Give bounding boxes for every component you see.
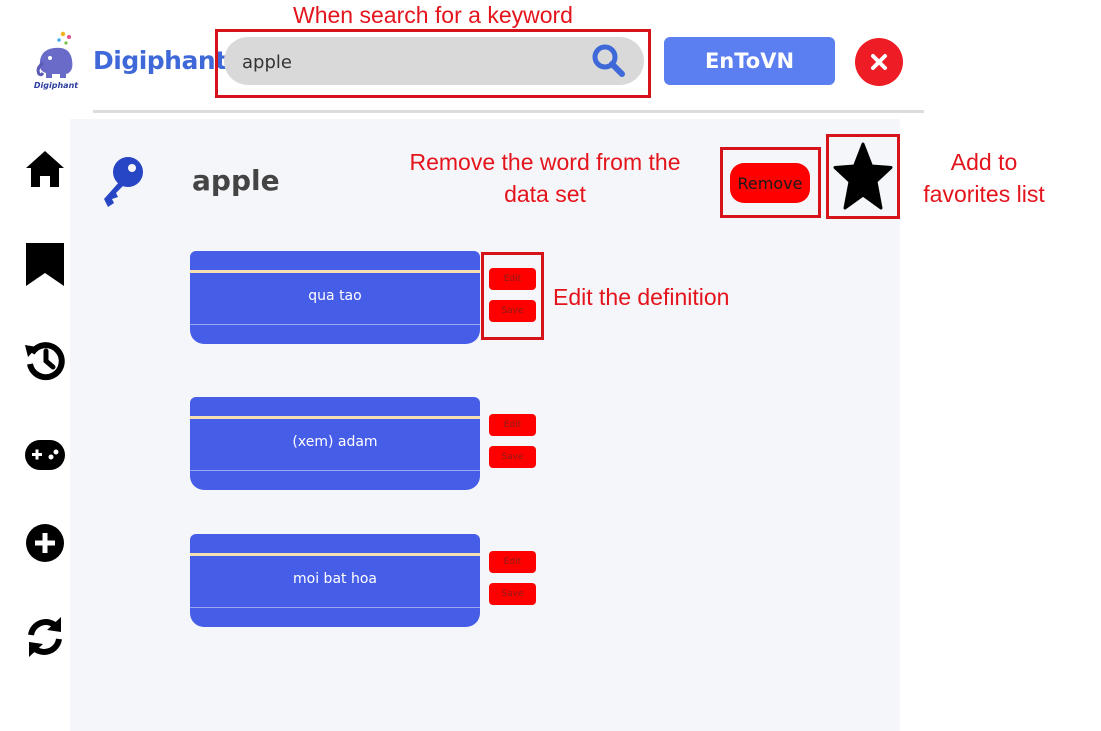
card-bottom-line: [190, 607, 480, 608]
card-top-line: [190, 416, 480, 419]
definition-text: qua tao: [308, 288, 362, 304]
search-annotation-text: When search for a keyword: [293, 2, 573, 28]
digiphant-logo: Digiphant: [30, 28, 82, 90]
close-icon[interactable]: [855, 38, 903, 86]
language-toggle-button[interactable]: EnToVN: [664, 37, 835, 85]
edit-button-2[interactable]: Edit: [489, 414, 536, 436]
remove-annotation-box: [720, 147, 821, 218]
definition-card-3[interactable]: moi bat hoa: [190, 534, 480, 627]
logo-caption: Digiphant: [34, 81, 79, 90]
favorite-annotation-line2: favorites list: [923, 181, 1045, 207]
home-icon[interactable]: [24, 148, 66, 190]
favorite-annotation-box: [826, 134, 900, 219]
card-bottom-line: [190, 324, 480, 325]
save-button-3[interactable]: Save: [489, 583, 536, 605]
definition-card-1[interactable]: qua tao: [190, 251, 480, 344]
card-top-line: [190, 270, 480, 273]
save-button-2[interactable]: Save: [489, 446, 536, 468]
card-top-line: [190, 553, 480, 556]
edit-annotation-text: Edit the definition: [553, 284, 730, 310]
search-annotation-box: [215, 29, 651, 98]
game-icon[interactable]: [24, 434, 66, 476]
remove-annotation-line2: data set: [504, 181, 586, 207]
brand-name: Digiphant: [93, 46, 227, 75]
definition-text: moi bat hoa: [293, 571, 377, 587]
remove-annotation-line1: Remove the word from the: [409, 149, 681, 175]
history-icon[interactable]: [24, 339, 66, 381]
header-divider: [93, 110, 924, 113]
definition-card-2[interactable]: (xem) adam: [190, 397, 480, 490]
edit-annotation-box: [481, 252, 544, 340]
card-bottom-line: [190, 470, 480, 471]
favorite-annotation-line1: Add to: [950, 149, 1018, 175]
key-icon: [98, 155, 146, 209]
sync-icon[interactable]: [24, 615, 66, 657]
bookmark-icon[interactable]: [24, 243, 66, 286]
add-icon[interactable]: [24, 522, 66, 564]
word-title: apple: [192, 164, 280, 197]
definition-text: (xem) adam: [292, 434, 378, 450]
edit-button-3[interactable]: Edit: [489, 551, 536, 573]
